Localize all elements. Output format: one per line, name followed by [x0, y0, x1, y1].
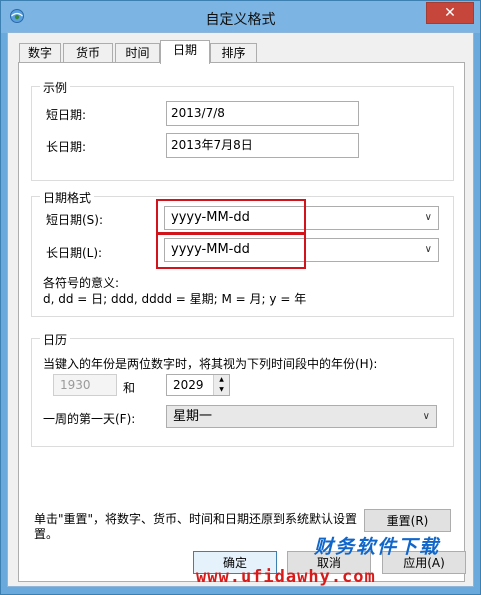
chevron-down-icon: ∨	[424, 244, 432, 255]
and-label: 和	[123, 381, 136, 395]
first-day-combo[interactable]: 星期一 ∨	[166, 405, 437, 428]
year-to-spinner[interactable]: 2029 ▲ ▼	[166, 374, 230, 396]
year-from-spinner: 1930	[53, 374, 117, 396]
symbol-meaning-text: d, dd = 日; ddd, dddd = 星期; M = 月; y = 年	[43, 292, 307, 306]
calendar-group-title: 日历	[40, 331, 71, 348]
chevron-down-icon: ∨	[422, 411, 430, 422]
long-date-label: 长日期(L):	[46, 246, 103, 260]
window-title: 自定义格式	[205, 12, 276, 28]
example-long-date-field: 2013年7月8日	[166, 133, 359, 158]
example-short-label: 短日期:	[46, 108, 87, 122]
year-to-value: 2029	[173, 378, 204, 392]
example-short-date-field: 2013/7/8	[166, 101, 359, 126]
tab-number[interactable]: 数字	[19, 43, 61, 63]
close-button[interactable]: ✕	[426, 2, 474, 24]
date-tab-panel: 示例 短日期: 2013/7/8 长日期: 2013年7月8日 日期格式 短日期…	[18, 62, 465, 582]
arrow-down-icon[interactable]: ▼	[214, 385, 229, 395]
title-bar[interactable]: 自定义格式 ✕	[1, 1, 480, 33]
example-group-title: 示例	[40, 79, 71, 96]
arrow-up-icon[interactable]: ▲	[214, 375, 229, 385]
reset-info-text-cont: 置。	[34, 527, 59, 541]
long-date-highlight	[156, 232, 306, 269]
tab-date[interactable]: 日期	[160, 40, 210, 64]
tab-currency[interactable]: 货币	[63, 43, 113, 63]
tab-time[interactable]: 时间	[115, 43, 160, 63]
watermark-url: www.ufidawhy.com	[196, 567, 376, 587]
date-format-group-title: 日期格式	[40, 189, 95, 206]
year-to-stepper[interactable]: ▲ ▼	[213, 375, 229, 395]
two-digit-year-text: 当键入的年份是两位数字时，将其视为下列时间段中的年份(H):	[43, 357, 378, 371]
reset-button[interactable]: 重置(R)	[364, 509, 451, 532]
chevron-down-icon: ∨	[424, 212, 432, 223]
reset-info-text: 单击"重置"，将数字、货币、时间和日期还原到系统默认设置	[34, 512, 358, 526]
short-date-label: 短日期(S):	[46, 213, 104, 227]
watermark-title: 财务软件下载	[314, 536, 441, 558]
short-date-highlight	[156, 199, 306, 235]
symbol-meaning-title: 各符号的意义:	[43, 276, 120, 290]
first-day-label: 一周的第一天(F):	[43, 412, 136, 426]
first-day-value: 星期一	[173, 409, 213, 424]
example-long-label: 长日期:	[46, 140, 87, 154]
tab-sort[interactable]: 排序	[210, 43, 257, 63]
close-icon: ✕	[444, 5, 456, 21]
year-from-value: 1930	[60, 378, 91, 392]
